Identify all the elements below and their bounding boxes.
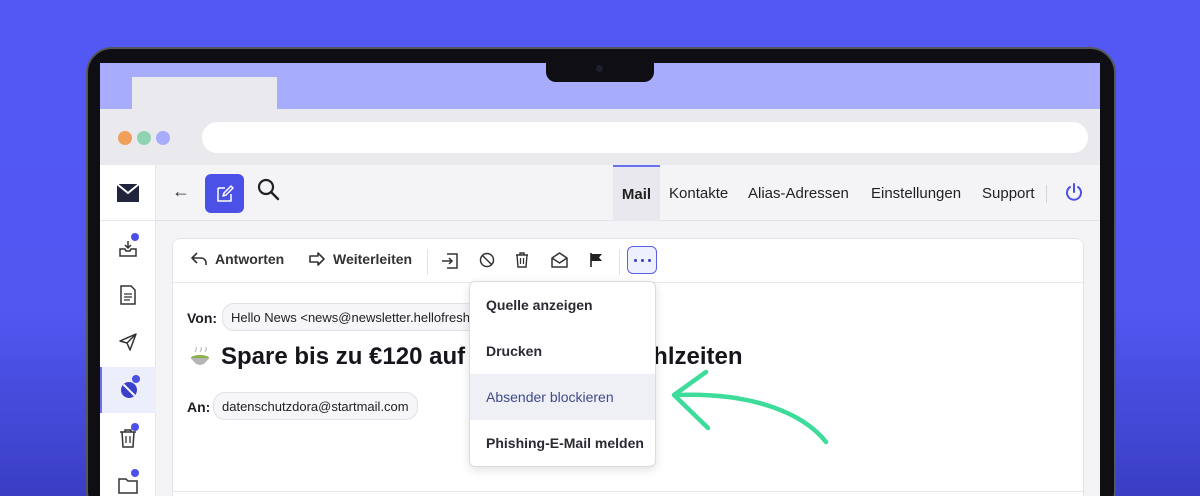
logout-button[interactable] xyxy=(1065,183,1083,206)
from-label: Von: xyxy=(187,310,218,326)
envelope-logo-icon xyxy=(117,183,139,202)
tab-mail[interactable]: Mail xyxy=(613,165,660,221)
app-header: ← Mail Kontakte Alias-Adressen Einstellu… xyxy=(156,165,1100,221)
menu-item-block-sender[interactable]: Absender blockieren xyxy=(470,374,655,420)
unread-badge xyxy=(132,375,140,383)
sidebar-item-inbox[interactable] xyxy=(100,225,156,271)
flag-icon xyxy=(590,253,602,267)
menu-item-show-source[interactable]: Quelle anzeigen xyxy=(470,282,655,328)
browser-tab[interactable] xyxy=(132,77,277,109)
send-icon xyxy=(119,333,137,351)
reply-label: Antworten xyxy=(215,251,285,267)
toolbar-divider xyxy=(619,249,620,275)
divider xyxy=(173,491,1085,492)
document-icon xyxy=(120,285,136,305)
tab-kontakte[interactable]: Kontakte xyxy=(669,165,728,221)
open-envelope-icon xyxy=(551,252,568,268)
compose-icon xyxy=(216,184,234,202)
bowl-emoji-icon xyxy=(189,346,211,368)
trash-icon xyxy=(516,252,528,268)
search-button[interactable] xyxy=(256,177,280,206)
tab-einstellungen[interactable]: Einstellungen xyxy=(871,165,961,221)
forward-label: Weiterleiten xyxy=(333,251,413,267)
menu-item-report-phishing[interactable]: Phishing-E-Mail melden xyxy=(470,420,655,466)
sidebar-item-blocked[interactable] xyxy=(100,367,156,413)
tab-support[interactable]: Support xyxy=(982,165,1035,221)
more-actions-button[interactable] xyxy=(627,246,657,274)
delete-button[interactable] xyxy=(515,252,529,273)
sidebar-item-sent[interactable] xyxy=(100,319,156,365)
reply-button[interactable]: Antworten xyxy=(191,251,284,267)
sidebar-item-folder[interactable] xyxy=(100,462,156,496)
move-button[interactable] xyxy=(441,252,459,275)
dot xyxy=(633,258,637,262)
window-close-button[interactable] xyxy=(118,131,132,145)
window-minimize-button[interactable] xyxy=(137,131,151,145)
move-to-folder-icon xyxy=(442,253,458,269)
forward-icon xyxy=(309,252,325,266)
block-icon xyxy=(121,382,137,398)
nav-divider xyxy=(1046,185,1047,203)
sidebar-item-drafts[interactable] xyxy=(100,272,156,318)
window-maximize-button[interactable] xyxy=(156,131,170,145)
more-actions-menu: Quelle anzeigen Drucken Absender blockie… xyxy=(469,281,656,467)
unread-badge xyxy=(131,233,139,241)
flag-button[interactable] xyxy=(589,252,603,273)
startmail-logo[interactable] xyxy=(100,165,156,221)
address-bar[interactable] xyxy=(202,122,1088,153)
folder-icon xyxy=(118,478,138,494)
unread-badge xyxy=(131,469,139,477)
inbox-icon xyxy=(119,241,137,257)
forward-button[interactable]: Weiterleiten xyxy=(309,251,412,267)
reply-icon xyxy=(191,252,207,265)
camera-icon xyxy=(596,65,603,72)
power-icon xyxy=(1066,183,1082,201)
sidebar xyxy=(100,165,156,496)
menu-item-print[interactable]: Drucken xyxy=(470,328,655,374)
dot xyxy=(640,258,644,262)
toolbar-divider xyxy=(427,249,428,275)
message-toolbar: Antworten Weiterleiten xyxy=(173,239,1085,283)
message-subject: Spare bis zu €120 auf deine ersten Mahlz… xyxy=(189,343,743,371)
mark-unread-button[interactable] xyxy=(551,252,568,273)
search-icon xyxy=(257,178,280,201)
dot xyxy=(647,258,651,262)
unread-badge xyxy=(131,423,139,431)
annotation-arrow-icon xyxy=(671,369,829,445)
block-icon xyxy=(479,252,495,268)
back-button[interactable]: ← xyxy=(172,181,190,202)
to-address-chip[interactable]: datenschutzdora@startmail.com xyxy=(213,392,418,420)
compose-button[interactable] xyxy=(205,174,244,213)
laptop-notch xyxy=(546,61,654,82)
from-address-chip[interactable]: Hello News <news@newsletter.hellofresh.d… xyxy=(222,303,482,331)
to-label: An: xyxy=(187,399,211,415)
block-sender-button[interactable] xyxy=(479,252,495,273)
tab-alias-adressen[interactable]: Alias-Adressen xyxy=(748,165,849,221)
trash-icon xyxy=(120,429,136,448)
sidebar-item-trash[interactable] xyxy=(100,415,156,461)
